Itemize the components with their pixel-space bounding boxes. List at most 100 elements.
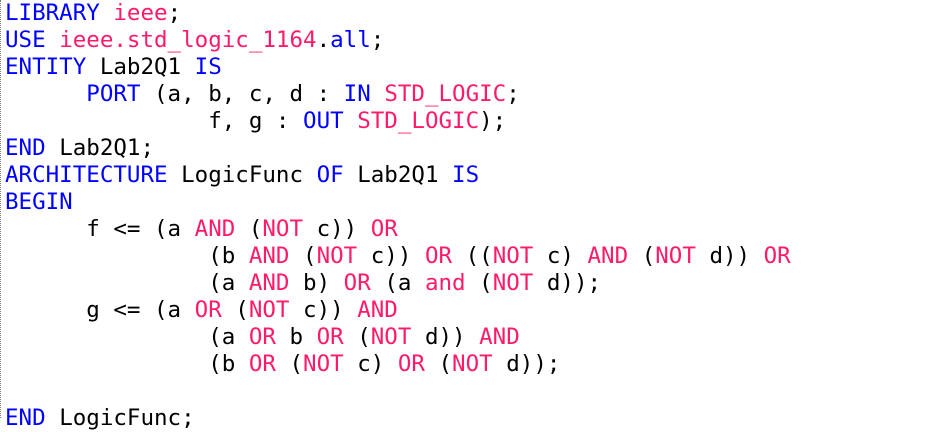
code-line[interactable]: LIBRARY ieee; xyxy=(5,0,791,27)
text-token: ; xyxy=(370,27,385,53)
text-token: (a xyxy=(208,324,249,350)
text-token: ; xyxy=(506,81,520,107)
text-token: ( xyxy=(235,297,249,323)
code-line[interactable]: ARCHITECTURE LogicFunc OF Lab2Q1 IS xyxy=(5,162,791,189)
highlighted-token: and xyxy=(424,270,480,296)
text-token: g <= (a xyxy=(86,297,195,323)
code-line[interactable]: f, g : OUT STD_LOGIC); xyxy=(5,108,791,135)
code-line[interactable]: (b AND (NOT c)) OR ((NOT c) AND (NOT d))… xyxy=(5,243,791,270)
code-line[interactable] xyxy=(5,378,791,405)
text-token: ( xyxy=(289,351,304,377)
keyword-token: OUT xyxy=(303,108,358,134)
highlighted-token: OR xyxy=(424,243,466,269)
code-line[interactable]: END LogicFunc; xyxy=(5,405,791,432)
code-line[interactable]: (a AND b) OR (a and (NOT d)); xyxy=(5,270,791,297)
text-token: c)) xyxy=(303,297,358,323)
highlighted-token: OR xyxy=(343,270,385,296)
keyword-token: END xyxy=(5,135,60,161)
highlighted-token: NOT xyxy=(492,270,547,296)
highlighted-token: ieee xyxy=(113,0,168,26)
text-token: ( xyxy=(248,216,263,242)
text-token: Lab2Q1 xyxy=(99,54,195,80)
text-token: c)) xyxy=(370,243,425,269)
keyword-token: IN xyxy=(343,81,385,107)
keyword-token: IS xyxy=(452,162,480,188)
highlighted-token: OR xyxy=(763,243,791,269)
highlighted-token: AND xyxy=(357,297,398,323)
text-token: (a, b, c, d : xyxy=(154,81,344,107)
code-line[interactable]: ENTITY Lab2Q1 IS xyxy=(5,54,791,81)
highlighted-token: AND xyxy=(248,243,304,269)
text-token: LogicFunc; xyxy=(59,405,195,431)
text-token: ( xyxy=(641,243,656,269)
text-token: ; xyxy=(167,0,182,26)
highlighted-token: AND xyxy=(248,270,304,296)
highlighted-token: NOT xyxy=(655,243,710,269)
text-token: b xyxy=(289,324,317,350)
text-token: (a xyxy=(208,270,249,296)
keyword-token: BEGIN xyxy=(5,189,73,215)
keyword-token: OF xyxy=(316,162,358,188)
code-line[interactable]: f <= (a AND (NOT c)) OR xyxy=(5,216,791,243)
text-token: d)); xyxy=(506,351,561,377)
text-token: (a xyxy=(384,270,425,296)
text-token: b) xyxy=(303,270,344,296)
highlighted-token: OR xyxy=(248,324,290,350)
text-token: ); xyxy=(479,108,507,134)
keyword-token: IS xyxy=(194,54,222,80)
highlighted-token: AND xyxy=(479,324,520,350)
highlighted-token: NOT xyxy=(262,216,317,242)
text-token: d)) xyxy=(709,243,764,269)
code-editor[interactable]: LIBRARY ieee; USE ieee.std_logic_1164.all… xyxy=(0,0,938,431)
text-token: c) xyxy=(546,243,588,269)
code-line[interactable]: (a OR b OR (NOT d)) AND xyxy=(5,324,791,351)
code-line[interactable]: (b OR (NOT c) OR (NOT d)); xyxy=(5,351,791,378)
text-token: Lab2Q1 xyxy=(357,162,453,188)
highlighted-token: AND xyxy=(194,216,249,242)
highlighted-token: NOT xyxy=(316,243,371,269)
highlighted-token: OR xyxy=(397,351,439,377)
code-line[interactable]: PORT (a, b, c, d : IN STD_LOGIC; xyxy=(5,81,791,108)
text-token: Lab2Q1; xyxy=(59,135,155,161)
text-token: (b xyxy=(208,243,249,269)
keyword-token: END xyxy=(5,405,60,431)
highlighted-token: NOT xyxy=(303,351,358,377)
text-token: c)) xyxy=(316,216,371,242)
text-token: ( xyxy=(479,270,493,296)
keyword-token: USE xyxy=(5,27,60,53)
code-line[interactable]: g <= (a OR (NOT c)) AND xyxy=(5,297,791,324)
highlighted-token: NOT xyxy=(492,243,547,269)
code-area[interactable]: LIBRARY ieee; USE ieee.std_logic_1164.all… xyxy=(5,0,791,432)
highlighted-token: ieee.std_logic_1164 xyxy=(59,27,317,53)
text-token: f <= (a xyxy=(86,216,195,242)
text-token: f, g : xyxy=(208,108,304,134)
highlighted-token: STD_LOGIC xyxy=(384,81,507,107)
highlighted-token: OR xyxy=(194,297,236,323)
text-token: ( xyxy=(303,243,317,269)
text-token: c) xyxy=(357,351,398,377)
highlighted-token: STD_LOGIC xyxy=(357,108,480,134)
keyword-token: LIBRARY xyxy=(5,0,114,26)
code-line[interactable]: END Lab2Q1; xyxy=(5,135,791,162)
highlighted-token: OR xyxy=(370,216,398,242)
text-token: d)); xyxy=(546,270,602,296)
highlighted-token: NOT xyxy=(452,351,507,377)
highlighted-token: NOT xyxy=(248,297,304,323)
text-token: ( xyxy=(357,324,371,350)
keyword-token: ENTITY xyxy=(5,54,100,80)
text-token: (b xyxy=(208,351,249,377)
code-line[interactable]: USE ieee.std_logic_1164.all; xyxy=(5,27,791,54)
code-line[interactable]: BEGIN xyxy=(5,189,791,216)
highlighted-token: NOT xyxy=(370,324,425,350)
text-token: LogicFunc xyxy=(181,162,317,188)
highlighted-token: AND xyxy=(587,243,642,269)
highlighted-token: OR xyxy=(248,351,290,377)
